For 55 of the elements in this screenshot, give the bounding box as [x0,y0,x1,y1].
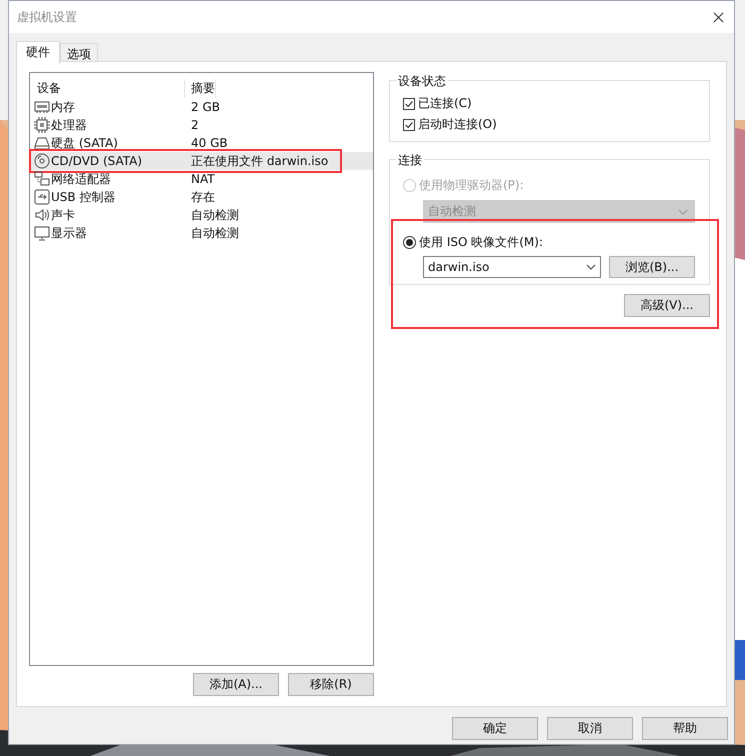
checkbox[interactable] [403,98,415,110]
device-summary: 40 GB [190,136,228,150]
chevron-down-icon [586,264,596,270]
device-name: 硬盘 (SATA) [51,134,118,152]
device-summary: 自动检测 [190,206,239,224]
dialog-button[interactable]: 取消 [547,717,633,740]
list-button[interactable]: 添加(A)... [193,673,279,696]
device-row[interactable]: 声卡 自动检测 [30,206,373,224]
device-summary: 自动检测 [190,224,239,242]
dialog-button[interactable]: 确定 [452,717,538,740]
radio-label: 使用物理驱动器(P): [419,176,524,194]
device-summary: 2 GB [190,100,220,114]
column-header[interactable]: 摘要 [185,79,216,98]
checkbox-label: 已连接(C) [418,95,472,112]
checkbox-label: 启动时连接(O) [418,116,497,133]
radio-button[interactable] [403,236,416,248]
device-summary: NAT [190,172,215,186]
device-name: CD/DVD (SATA) [51,154,142,168]
device-row[interactable]: 硬盘 (SATA) 40 GB [30,134,373,152]
device-summary: 存在 [190,188,215,206]
speaker-icon [34,207,50,223]
disc-icon [34,153,50,169]
device-name: 处理器 [51,116,87,134]
device-name: 内存 [51,98,75,116]
group-title: 设备状态 [396,73,448,90]
device-row[interactable]: CD/DVD (SATA) 正在使用文件 darwin.iso [30,152,373,170]
column-header[interactable]: 设备 [30,79,185,98]
browse-button[interactable]: 浏览(B)... [609,256,695,278]
group-title: 连接 [396,152,424,169]
monitor-icon [34,225,50,241]
advanced-button[interactable]: 高级(V)... [624,294,710,317]
memory-icon [34,99,50,115]
close-icon[interactable] [713,12,724,22]
tab[interactable]: 硬件 [16,41,60,64]
dialog-button[interactable]: 帮助 [642,717,728,740]
chevron-down-icon [678,208,688,214]
chip-icon [34,117,50,133]
window-title: 虚拟机设置 [17,8,77,26]
device-summary: 正在使用文件 darwin.iso [190,152,328,170]
list-button[interactable]: 移除(R) [288,673,374,696]
iso-file-combo[interactable]: darwin.iso [423,256,601,278]
usb-icon [34,189,50,205]
device-name: USB 控制器 [51,188,116,206]
radio-label: 使用 ISO 映像文件(M): [419,234,543,250]
device-name: 显示器 [51,224,87,242]
checkbox[interactable] [403,118,415,130]
device-row[interactable]: 处理器 2 [30,116,373,134]
device-name: 网络适配器 [51,170,111,188]
network-icon [34,171,50,187]
device-row[interactable]: 内存 2 GB [30,98,373,116]
device-row[interactable]: 显示器 自动检测 [30,224,373,242]
device-row[interactable]: USB 控制器 存在 [30,188,373,206]
device-summary: 2 [190,118,199,132]
device-row[interactable]: 网络适配器 NAT [30,170,373,188]
device-name: 声卡 [51,206,75,224]
